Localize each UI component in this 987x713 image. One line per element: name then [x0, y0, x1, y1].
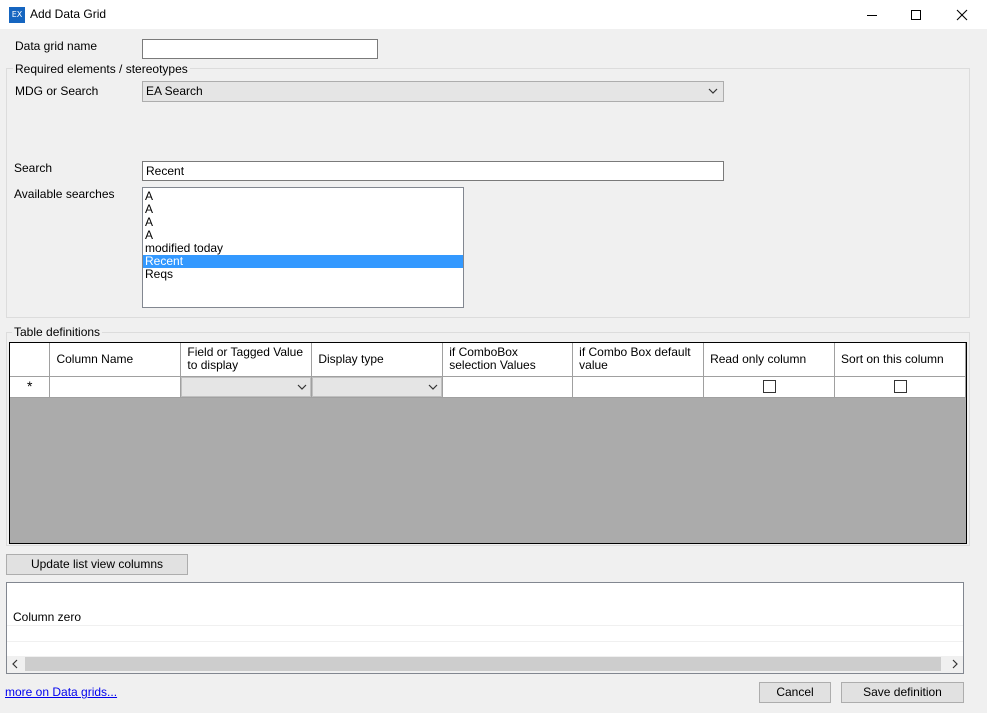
app-icon: EX: [9, 7, 25, 23]
chevron-down-icon: [428, 384, 438, 390]
column-header[interactable]: Sort on this column: [834, 343, 966, 377]
close-icon: [956, 9, 968, 21]
sort-cell[interactable]: [834, 376, 966, 398]
title-bar: EX Add Data Grid: [0, 0, 987, 30]
save-definition-button[interactable]: Save definition: [841, 682, 964, 703]
sort-checkbox[interactable]: [893, 380, 907, 393]
list-item[interactable]: Reqs: [143, 268, 463, 281]
row-header-corner: [10, 343, 51, 377]
search-label: Search: [14, 161, 53, 175]
maximize-button[interactable]: [893, 0, 939, 30]
minimize-button[interactable]: [849, 0, 895, 30]
more-on-data-grids-link[interactable]: more on Data grids...: [5, 685, 117, 699]
chevron-down-icon: [297, 384, 307, 390]
list-item[interactable]: A: [143, 203, 463, 216]
column-header[interactable]: Display type: [311, 343, 444, 377]
maximize-icon: [911, 10, 921, 20]
display-type-cell[interactable]: [311, 376, 444, 398]
available-searches-list[interactable]: A A A A modified today Recent Reqs: [142, 187, 464, 308]
horizontal-scrollbar[interactable]: [7, 656, 963, 673]
chevron-left-icon[interactable]: [10, 659, 20, 669]
read-only-checkbox[interactable]: [762, 380, 776, 393]
table-row: *: [10, 376, 966, 398]
field-cell[interactable]: [180, 376, 313, 398]
search-input[interactable]: [142, 161, 724, 181]
column-header[interactable]: Column Name: [49, 343, 182, 377]
table-definitions-grid[interactable]: Column Name Field or Tagged Value to dis…: [9, 342, 967, 544]
new-row-marker[interactable]: *: [10, 376, 51, 398]
list-item[interactable]: modified today: [143, 242, 463, 255]
chevron-down-icon: [708, 88, 718, 94]
row-divider: [7, 641, 963, 642]
update-columns-button[interactable]: Update list view columns: [6, 554, 188, 575]
scrollbar-thumb[interactable]: [25, 657, 941, 671]
required-elements-title: Required elements / stereotypes: [13, 62, 190, 76]
grid-header-row: Column Name Field or Tagged Value to dis…: [10, 343, 966, 377]
combobox-default-cell[interactable]: [572, 376, 705, 398]
mdg-label: MDG or Search: [15, 84, 99, 98]
column-zero-header: Column zero: [13, 610, 82, 624]
grid-name-label: Data grid name: [15, 39, 98, 53]
column-name-cell[interactable]: [49, 376, 182, 398]
column-header[interactable]: if ComboBox selection Values: [442, 343, 574, 377]
grid-name-input[interactable]: [142, 39, 378, 59]
mdg-select-value: EA Search: [146, 84, 203, 98]
window-title: Add Data Grid: [30, 7, 107, 21]
column-header[interactable]: Field or Tagged Value to display: [180, 343, 313, 377]
list-item-selected[interactable]: Recent: [143, 255, 463, 268]
close-button[interactable]: [939, 0, 985, 30]
column-header[interactable]: Read only column: [703, 343, 836, 377]
list-item[interactable]: A: [143, 190, 463, 203]
list-item[interactable]: A: [143, 216, 463, 229]
table-definitions-title: Table definitions: [12, 325, 103, 339]
cancel-button[interactable]: Cancel: [759, 682, 831, 703]
available-searches-label: Available searches: [14, 187, 115, 201]
combobox-values-cell[interactable]: [442, 376, 574, 398]
mdg-select[interactable]: EA Search: [142, 81, 724, 102]
field-combo[interactable]: [181, 376, 312, 397]
display-type-combo[interactable]: [312, 376, 443, 397]
chevron-right-icon[interactable]: [950, 659, 960, 669]
read-only-cell[interactable]: [703, 376, 836, 398]
minimize-icon: [867, 15, 877, 16]
row-divider: [7, 625, 963, 626]
column-header[interactable]: if Combo Box default value: [572, 343, 705, 377]
